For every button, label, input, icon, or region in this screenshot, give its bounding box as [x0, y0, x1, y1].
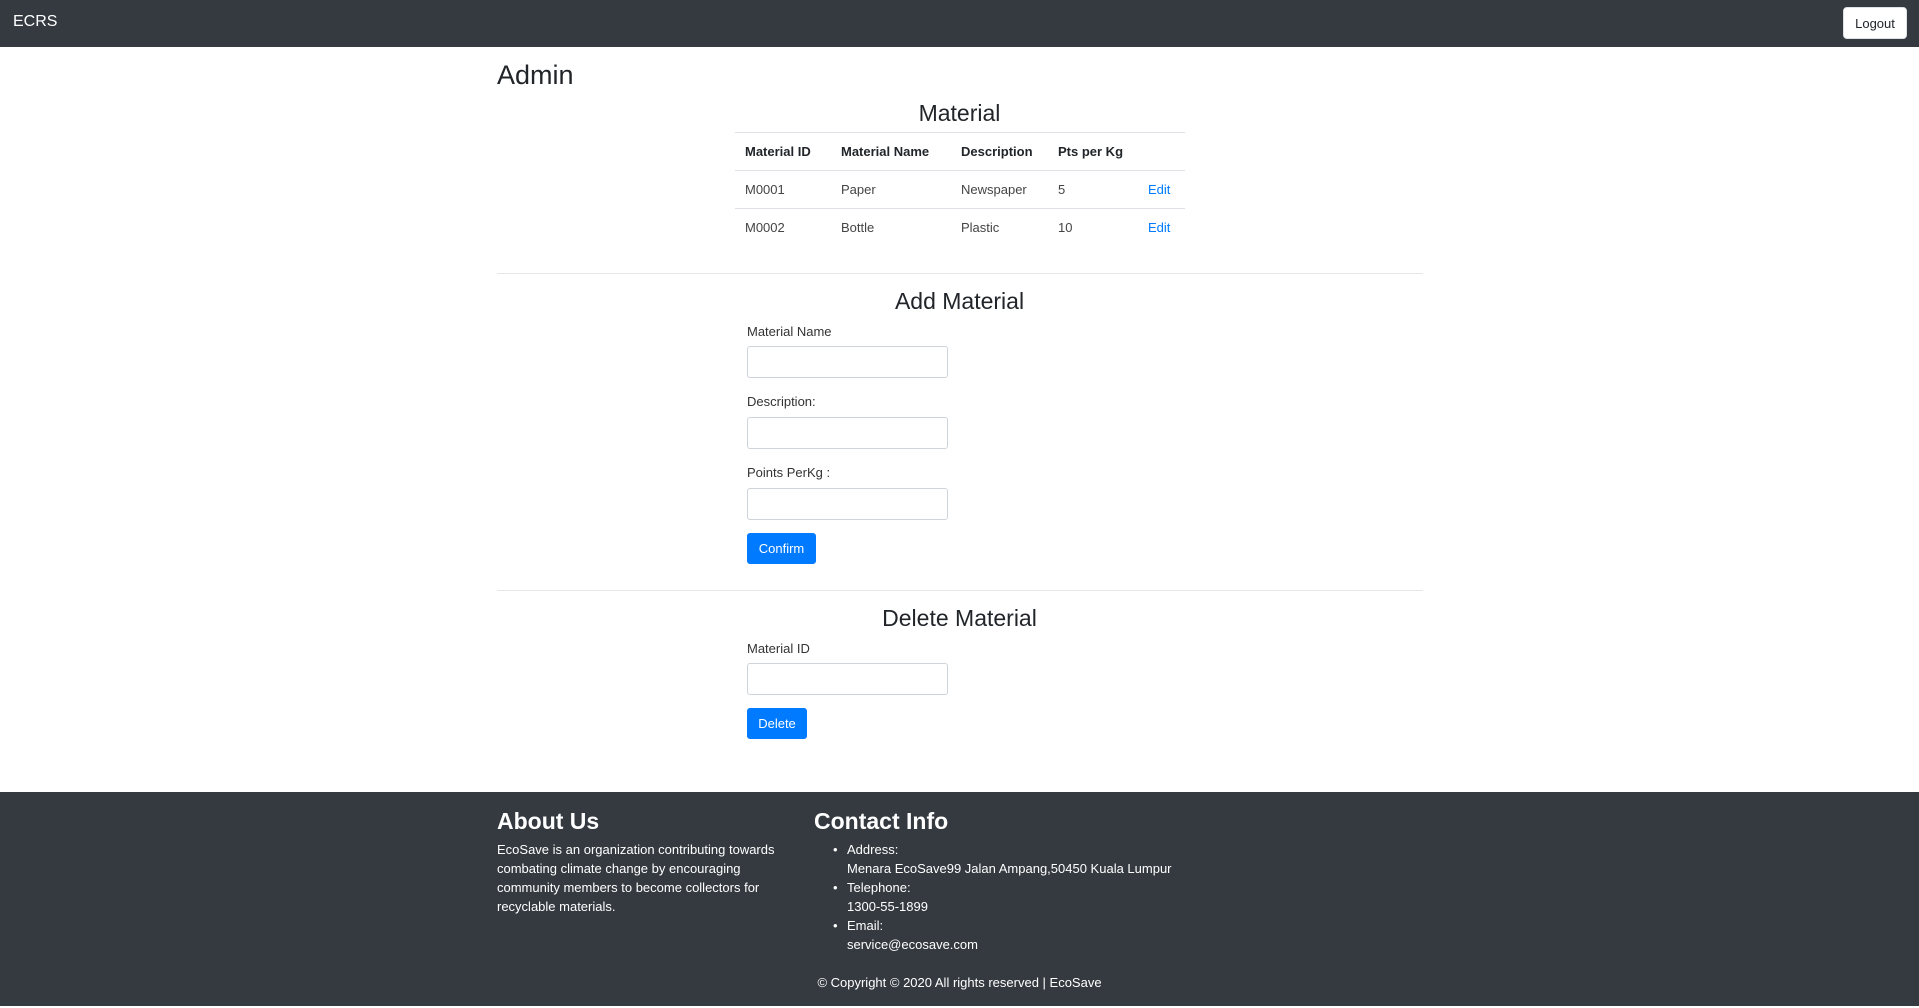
description-label: Description: [747, 394, 816, 409]
cell-material-name: Bottle [831, 208, 951, 247]
contact-list: Address: Menara EcoSave99 Jalan Ampang,5… [833, 840, 1172, 954]
confirm-button[interactable]: Confirm [747, 533, 816, 564]
brand-link[interactable]: ECRS [13, 13, 57, 31]
cell-material-id: M0001 [735, 170, 831, 209]
cell-description: Newspaper [951, 170, 1048, 209]
about-us-title: About Us [497, 808, 600, 834]
delete-material-title: Delete Material [882, 605, 1037, 631]
contact-info-title: Contact Info [814, 808, 949, 834]
points-per-kg-input[interactable] [747, 488, 948, 520]
material-table: Material ID Material Name Description Pt… [735, 132, 1185, 247]
material-name-input[interactable] [747, 346, 948, 378]
page-footer: About Us EcoSave is an organization cont… [0, 792, 1919, 1006]
column-header-material-id: Material ID [735, 132, 831, 171]
column-header-description: Description [951, 132, 1048, 171]
table-header-row: Material ID Material Name Description Pt… [735, 132, 1185, 171]
contact-telephone: Telephone: 1300-55-1899 [833, 878, 1172, 916]
address-label: Address: [847, 842, 899, 857]
contact-email: Email: service@ecosave.com [833, 916, 1172, 954]
page-title: Admin [497, 60, 574, 90]
material-name-label: Material Name [747, 324, 832, 339]
column-header-material-name: Material Name [831, 132, 951, 171]
contact-address: Address: Menara EcoSave99 Jalan Ampang,5… [833, 840, 1172, 878]
cell-action: Edit [1138, 208, 1185, 247]
cell-points: 10 [1048, 208, 1138, 247]
copyright-text: © Copyright © 2020 All rights reserved |… [817, 975, 1102, 990]
telephone-value: 1300-55-1899 [847, 899, 928, 914]
cell-material-id: M0002 [735, 208, 831, 247]
section-divider [497, 590, 1423, 591]
description-input[interactable] [747, 417, 948, 449]
table-row: M0001 Paper Newspaper 5 Edit [735, 170, 1185, 209]
email-label: Email: [847, 918, 884, 933]
logout-button[interactable]: Logout [1843, 7, 1907, 39]
about-us-text: EcoSave is an organization contributing … [497, 842, 775, 914]
cell-description: Plastic [951, 208, 1048, 247]
delete-button[interactable]: Delete [747, 708, 807, 739]
edit-link[interactable]: Edit [1148, 220, 1170, 235]
email-value: service@ecosave.com [847, 937, 978, 952]
telephone-label: Telephone: [847, 880, 911, 895]
edit-link[interactable]: Edit [1148, 182, 1170, 197]
column-header-points: Pts per Kg [1048, 132, 1138, 171]
material-id-input[interactable] [747, 663, 948, 695]
top-navbar: ECRS Logout [0, 0, 1919, 47]
address-value: Menara EcoSave99 Jalan Ampang,50450 Kual… [847, 861, 1172, 876]
column-header-action [1138, 132, 1185, 171]
material-id-label: Material ID [747, 641, 810, 656]
section-divider [497, 273, 1423, 274]
cell-material-name: Paper [831, 170, 951, 209]
points-per-kg-label: Points PerKg : [747, 465, 831, 480]
cell-action: Edit [1138, 170, 1185, 209]
cell-points: 5 [1048, 170, 1138, 209]
material-section-title: Material [918, 100, 1001, 126]
table-row: M0002 Bottle Plastic 10 Edit [735, 208, 1185, 247]
add-material-title: Add Material [894, 288, 1025, 314]
